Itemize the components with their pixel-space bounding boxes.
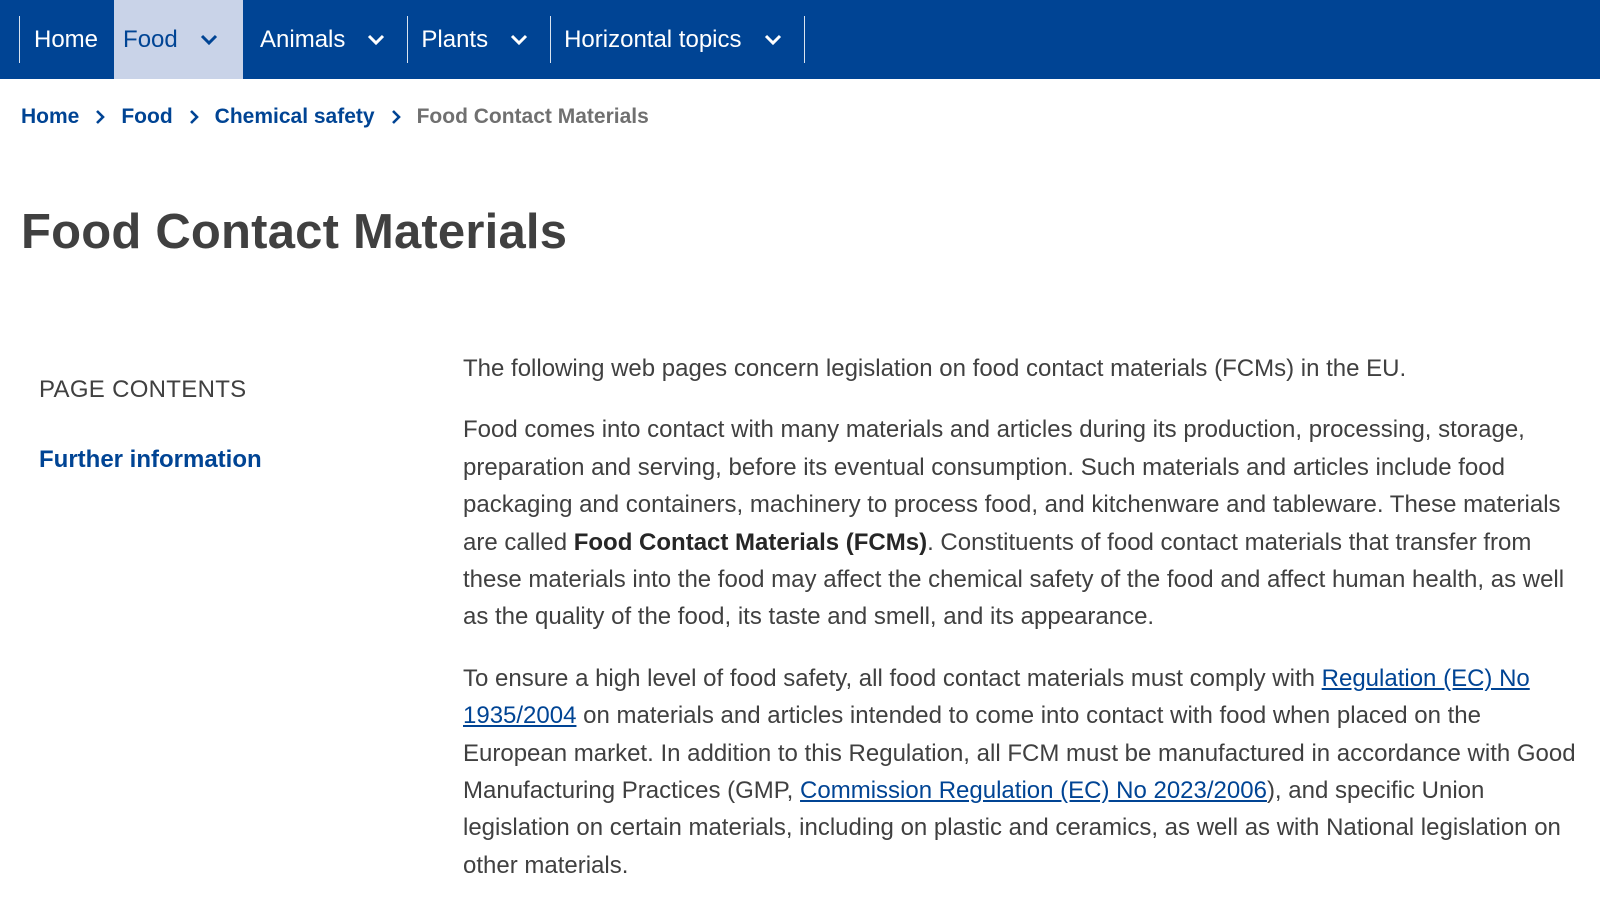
nav-item-plants[interactable]: Plants <box>408 0 550 79</box>
main-content: The following web pages concern legislat… <box>463 350 1583 908</box>
regulation-2023-2006-link[interactable]: Commission Regulation (EC) No 2023/2006 <box>800 777 1267 804</box>
nav-item-horizontal-topics[interactable]: Horizontal topics <box>551 0 803 79</box>
chevron-right-icon <box>189 109 199 125</box>
nav-item-animals[interactable]: Animals <box>243 0 407 79</box>
sidebar-link-further-information[interactable]: Further information <box>39 446 262 474</box>
breadcrumb-home-link[interactable]: Home <box>21 105 79 129</box>
chevron-right-icon <box>95 109 106 125</box>
chevron-down-icon[interactable] <box>510 34 528 46</box>
nav-item-food[interactable]: Food <box>114 0 244 79</box>
nav-home-label: Home <box>34 25 99 53</box>
chevron-right-icon <box>391 109 401 125</box>
breadcrumb-current: Food Contact Materials <box>416 105 649 128</box>
chevron-down-icon[interactable] <box>367 34 385 46</box>
breadcrumb: Home Food Chemical safety Food Contact M… <box>21 104 649 130</box>
intro-paragraph: The following web pages concern legislat… <box>463 355 1407 382</box>
nav-item-label: Plants <box>421 25 489 53</box>
top-navigation: Home Food Animals Plants Horizontal topi… <box>0 0 1600 79</box>
fcm-term: Food Contact Materials (FCMs) <box>573 528 928 556</box>
page-contents-heading: PAGE CONTENTS <box>39 376 247 403</box>
nav-item-label: Food <box>123 25 178 53</box>
nav-divider <box>803 16 805 63</box>
chevron-down-icon[interactable] <box>200 34 218 46</box>
breadcrumb-chemical-safety-link[interactable]: Chemical safety <box>215 105 375 129</box>
chevron-down-icon[interactable] <box>764 34 782 46</box>
breadcrumb-food-link[interactable]: Food <box>121 105 172 129</box>
page-title: Food Contact Materials <box>21 205 568 259</box>
fcm-description-paragraph: Food comes into contact with many materi… <box>463 411 1583 635</box>
nav-item-label: Horizontal topics <box>564 25 742 53</box>
nav-item-label: Animals <box>260 25 346 53</box>
regulation-paragraph: To ensure a high level of food safety, a… <box>463 660 1583 884</box>
paragraph-text: To ensure a high level of food safety, a… <box>463 664 1322 692</box>
nav-home-link[interactable]: Home <box>20 0 114 79</box>
